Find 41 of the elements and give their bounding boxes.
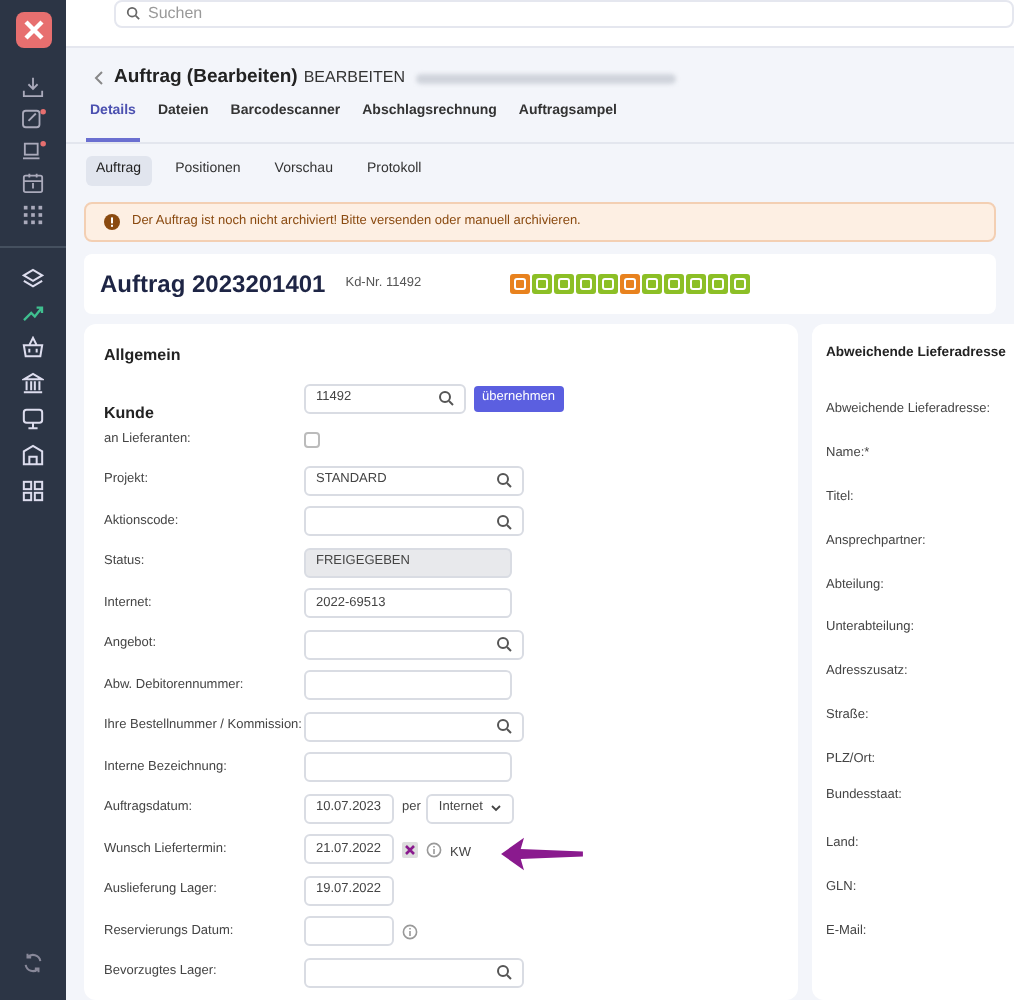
sync-icon[interactable] xyxy=(22,952,44,974)
info-icon xyxy=(402,923,418,939)
input-field[interactable] xyxy=(304,752,512,782)
logo-icon[interactable] xyxy=(15,12,51,48)
grid-icon[interactable] xyxy=(22,204,44,226)
input-field[interactable] xyxy=(304,629,524,659)
page-title: Auftrag (Bearbeiten) xyxy=(114,63,298,92)
dashboard-icon[interactable] xyxy=(22,480,44,502)
input-field[interactable] xyxy=(304,711,524,741)
monitor-icon[interactable] xyxy=(19,140,47,162)
layers-icon[interactable] xyxy=(22,268,44,290)
search-icon xyxy=(496,472,512,488)
section-title: Allgemein xyxy=(104,343,181,367)
search-icon xyxy=(496,636,512,652)
back-icon[interactable] xyxy=(94,70,104,86)
trend-icon[interactable] xyxy=(22,304,44,322)
field-label: Kunde xyxy=(104,402,156,426)
search-icon xyxy=(496,964,512,980)
basket-icon[interactable] xyxy=(22,336,44,358)
warning-icon xyxy=(104,213,120,229)
search-icon xyxy=(496,718,512,734)
search-icon xyxy=(126,6,140,20)
clear-icon[interactable] xyxy=(402,841,418,857)
download-icon[interactable] xyxy=(22,76,44,98)
search-icon xyxy=(496,513,512,529)
bank-icon[interactable] xyxy=(22,372,44,394)
input-field[interactable] xyxy=(304,670,512,700)
checkbox[interactable] xyxy=(304,431,320,447)
page-mode: BEARBEITEN xyxy=(303,66,406,90)
input-field[interactable] xyxy=(304,916,394,946)
desktop-icon[interactable] xyxy=(22,408,44,430)
calendar-icon[interactable] xyxy=(22,172,44,194)
edit-icon[interactable] xyxy=(19,108,47,130)
input-field[interactable] xyxy=(304,506,524,536)
chevron-icon xyxy=(490,804,503,812)
info-icon xyxy=(426,841,442,857)
input-field[interactable] xyxy=(304,957,524,987)
order-title: Auftrag 2023201401 xyxy=(100,267,326,299)
search-placeholder: Suchen xyxy=(148,1,203,25)
search-icon xyxy=(438,390,454,406)
warehouse-icon[interactable] xyxy=(22,444,44,466)
